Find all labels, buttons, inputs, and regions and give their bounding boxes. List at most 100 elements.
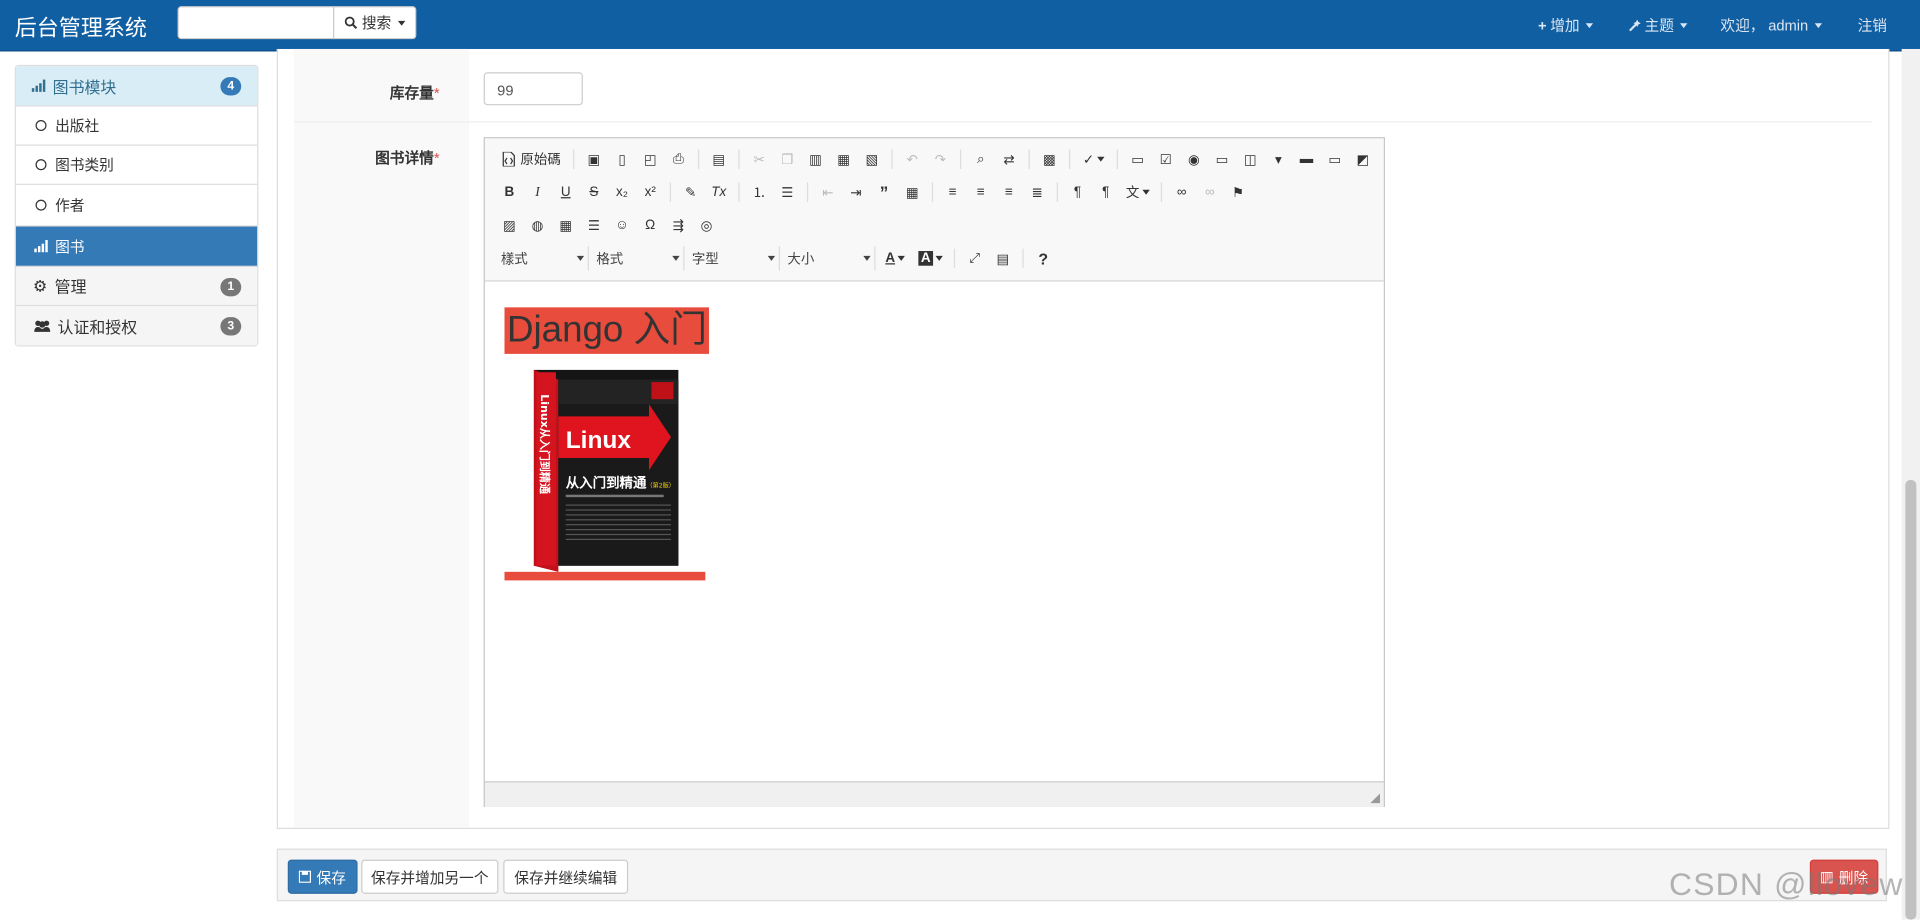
select-field-icon[interactable]: ▾: [1266, 147, 1290, 171]
save-and-continue-button[interactable]: 保存并继续编辑: [503, 859, 629, 894]
page-break-icon[interactable]: ⇶: [666, 213, 690, 237]
outdent-icon[interactable]: ⇤: [816, 180, 840, 204]
special-char-icon[interactable]: Ω: [638, 213, 662, 237]
bulleted-list-icon[interactable]: ☰: [775, 180, 799, 204]
align-center-icon[interactable]: ≡: [969, 180, 993, 204]
justify-icon[interactable]: ≣: [1025, 180, 1049, 204]
iframe-globe-icon[interactable]: ◎: [694, 213, 718, 237]
format-combo[interactable]: 格式: [593, 246, 685, 271]
save-button[interactable]: 保存: [287, 859, 358, 894]
sidebar-item-book[interactable]: 图书: [15, 226, 258, 267]
chevron-down-icon: [1585, 22, 1594, 28]
maximize-icon[interactable]: ⤢: [962, 246, 986, 270]
ltr-icon[interactable]: ¶: [1065, 180, 1089, 204]
styles-combo[interactable]: 樣式: [497, 246, 589, 271]
anchor-flag-icon[interactable]: ⚑: [1226, 180, 1250, 204]
required-mark: *: [433, 84, 440, 102]
rtl-icon[interactable]: ¶: [1093, 180, 1117, 204]
smiley-icon[interactable]: ☺: [610, 213, 634, 237]
image-button-icon[interactable]: ▭: [1322, 147, 1346, 171]
underline-icon[interactable]: U: [553, 180, 577, 204]
help-icon[interactable]: ?: [1031, 246, 1055, 270]
save-icon[interactable]: ▣: [582, 147, 606, 171]
find-icon[interactable]: ⌕: [969, 147, 993, 171]
spellcheck-icon[interactable]: ✓: [1078, 147, 1110, 171]
textfield-icon[interactable]: ▭: [1210, 147, 1234, 171]
italic-icon[interactable]: I: [525, 180, 549, 204]
background-color-icon[interactable]: A: [915, 246, 947, 270]
undo-icon[interactable]: ↶: [900, 147, 924, 171]
remove-format-icon[interactable]: Tx: [707, 180, 731, 204]
new-page-icon[interactable]: ▯: [610, 147, 634, 171]
templates-icon[interactable]: ▤: [707, 147, 731, 171]
source-button[interactable]: 原始碼: [497, 147, 566, 171]
search-form: 搜索: [177, 6, 417, 40]
link-icon[interactable]: ∞: [1169, 180, 1193, 204]
search-input[interactable]: [177, 6, 335, 40]
sidebar-item-label: 作者: [55, 197, 85, 215]
strike-icon[interactable]: S: [582, 180, 606, 204]
align-right-icon[interactable]: ≡: [997, 180, 1021, 204]
editor-content-area[interactable]: Django 入门 Linux 从入门到精通 （第2版） Linux从入门到精通: [484, 281, 1384, 782]
page-scrollbar[interactable]: [1901, 48, 1920, 920]
bold-icon[interactable]: B: [497, 180, 521, 204]
sidebar-group-manage[interactable]: ⚙ 管理 1: [15, 266, 258, 307]
logout-link[interactable]: 注销: [1858, 15, 1887, 36]
form-icon[interactable]: ▭: [1125, 147, 1149, 171]
select-all-icon[interactable]: ▩: [1037, 147, 1061, 171]
sidebar-header-book-module[interactable]: 图书模块 4: [15, 66, 258, 107]
horizontal-rule-icon[interactable]: ☰: [582, 213, 606, 237]
sidebar-item-book-category[interactable]: 图书类别: [15, 146, 258, 185]
content-heading[interactable]: Django 入门: [504, 307, 710, 354]
brand-title[interactable]: 后台管理系统: [15, 11, 147, 43]
textarea-icon[interactable]: ◫: [1238, 147, 1262, 171]
theme-menu[interactable]: 主题: [1629, 15, 1688, 36]
text-color-icon[interactable]: A: [879, 246, 911, 270]
search-button[interactable]: 搜索: [333, 6, 417, 40]
save-and-add-button[interactable]: 保存并增加另一个: [361, 859, 499, 894]
indent-icon[interactable]: ⇥: [844, 180, 868, 204]
image-icon[interactable]: ▨: [497, 213, 521, 237]
table-icon[interactable]: ▦: [553, 213, 577, 237]
sidebar-item-author[interactable]: 作者: [15, 185, 258, 227]
paste-word-icon[interactable]: ▧: [860, 147, 884, 171]
sidebar-header-badge: 4: [220, 77, 242, 96]
unlink-icon[interactable]: ∞: [1198, 180, 1222, 204]
sidebar-header-label: 图书模块: [52, 77, 117, 97]
font-combo[interactable]: 字型: [688, 246, 781, 271]
sidebar-group-badge: 3: [220, 317, 242, 336]
sidebar-group-auth[interactable]: 认证和授权 3: [15, 306, 258, 346]
align-left-icon[interactable]: ≡: [940, 180, 964, 204]
cut-icon[interactable]: ✂: [747, 147, 771, 171]
book-cover-image[interactable]: Linux 从入门到精通 （第2版） Linux从入门到精通: [504, 369, 706, 581]
div-container-icon[interactable]: ▦: [900, 180, 924, 204]
numbered-list-icon[interactable]: ⒈: [747, 180, 771, 204]
show-blocks-icon[interactable]: ▤: [991, 246, 1015, 270]
radio-icon[interactable]: ◉: [1182, 147, 1206, 171]
paste-icon[interactable]: ▥: [803, 147, 827, 171]
superscript-icon[interactable]: x²: [638, 180, 662, 204]
preview-icon[interactable]: ◰: [638, 147, 662, 171]
scrollbar-thumb[interactable]: [1905, 480, 1917, 920]
copy-format-icon[interactable]: ✎: [678, 180, 702, 204]
subscript-icon[interactable]: x₂: [610, 180, 634, 204]
resize-handle-icon[interactable]: [1370, 793, 1381, 804]
sidebar-item-label: 图书: [55, 238, 85, 256]
checkbox-icon[interactable]: ☑: [1153, 147, 1177, 171]
sidebar-item-publisher[interactable]: 出版社: [15, 107, 258, 146]
print-icon[interactable]: ⎙: [666, 147, 690, 171]
replace-icon[interactable]: ⇄: [997, 147, 1021, 171]
button-field-icon[interactable]: ▬: [1294, 147, 1318, 171]
size-combo[interactable]: 大小: [784, 246, 876, 271]
add-menu[interactable]: + 增加: [1538, 15, 1594, 36]
redo-icon[interactable]: ↷: [928, 147, 952, 171]
watermark-text: CSDN @llovew: [1668, 865, 1904, 903]
stock-field[interactable]: 99: [483, 72, 583, 106]
paste-text-icon[interactable]: ▦: [831, 147, 855, 171]
user-menu[interactable]: 欢迎， admin: [1720, 15, 1822, 36]
language-icon[interactable]: 文: [1122, 180, 1154, 204]
flash-icon[interactable]: ◍: [525, 213, 549, 237]
copy-icon[interactable]: ❐: [775, 147, 799, 171]
blockquote-icon[interactable]: ”: [872, 180, 896, 204]
hidden-field-icon[interactable]: ◩: [1351, 147, 1375, 171]
